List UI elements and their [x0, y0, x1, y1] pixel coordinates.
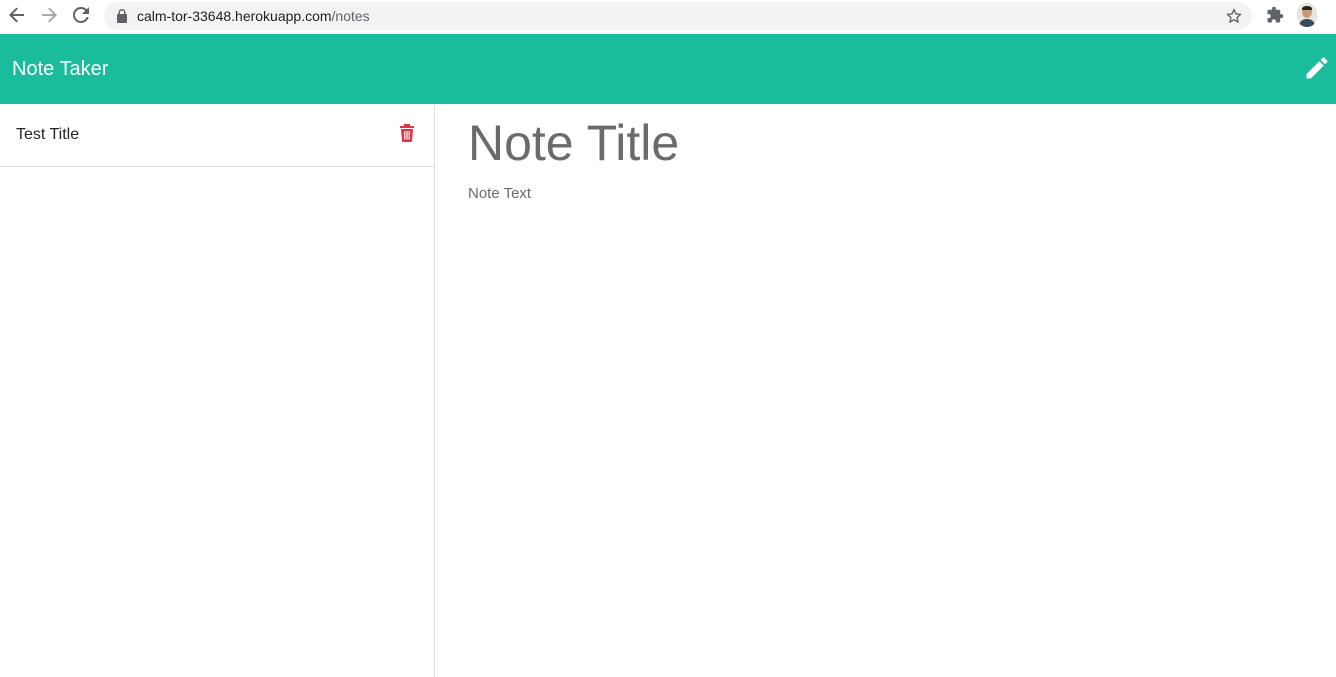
note-editor — [436, 104, 1336, 677]
forward-button[interactable] — [39, 5, 59, 25]
address-bar[interactable]: calm-tor-33648.herokuapp.com/notes — [104, 2, 1252, 30]
url-path: /notes — [331, 8, 370, 24]
browser-toolbar: calm-tor-33648.herokuapp.com/notes — [0, 0, 1336, 34]
reload-icon — [73, 7, 89, 23]
arrow-left-icon — [9, 7, 24, 23]
trash-icon — [400, 124, 414, 142]
pencil-icon — [1306, 57, 1328, 79]
brand-title[interactable]: Note Taker — [12, 56, 108, 82]
puzzle-icon[interactable] — [1266, 6, 1284, 24]
avatar[interactable] — [1297, 3, 1317, 27]
delete-note-button[interactable] — [399, 123, 415, 142]
lock-icon — [117, 9, 127, 23]
url-text[interactable]: calm-tor-33648.herokuapp.com/notes — [137, 8, 370, 24]
new-note-button[interactable] — [1303, 54, 1331, 82]
url-host: calm-tor-33648.herokuapp.com — [137, 8, 332, 24]
note-title-input[interactable] — [466, 114, 1306, 172]
app-navbar: Note Taker — [0, 34, 1336, 104]
note-item-title: Test Title — [16, 126, 80, 143]
profile-picture — [1297, 3, 1317, 27]
list-item[interactable]: Test Title — [0, 104, 434, 167]
star-icon[interactable] — [1226, 8, 1242, 24]
back-button[interactable] — [7, 5, 27, 25]
note-text-input[interactable] — [466, 184, 1306, 654]
reload-button[interactable] — [71, 5, 91, 25]
arrow-right-icon — [42, 7, 57, 23]
notes-sidebar: Test Title — [0, 104, 435, 677]
